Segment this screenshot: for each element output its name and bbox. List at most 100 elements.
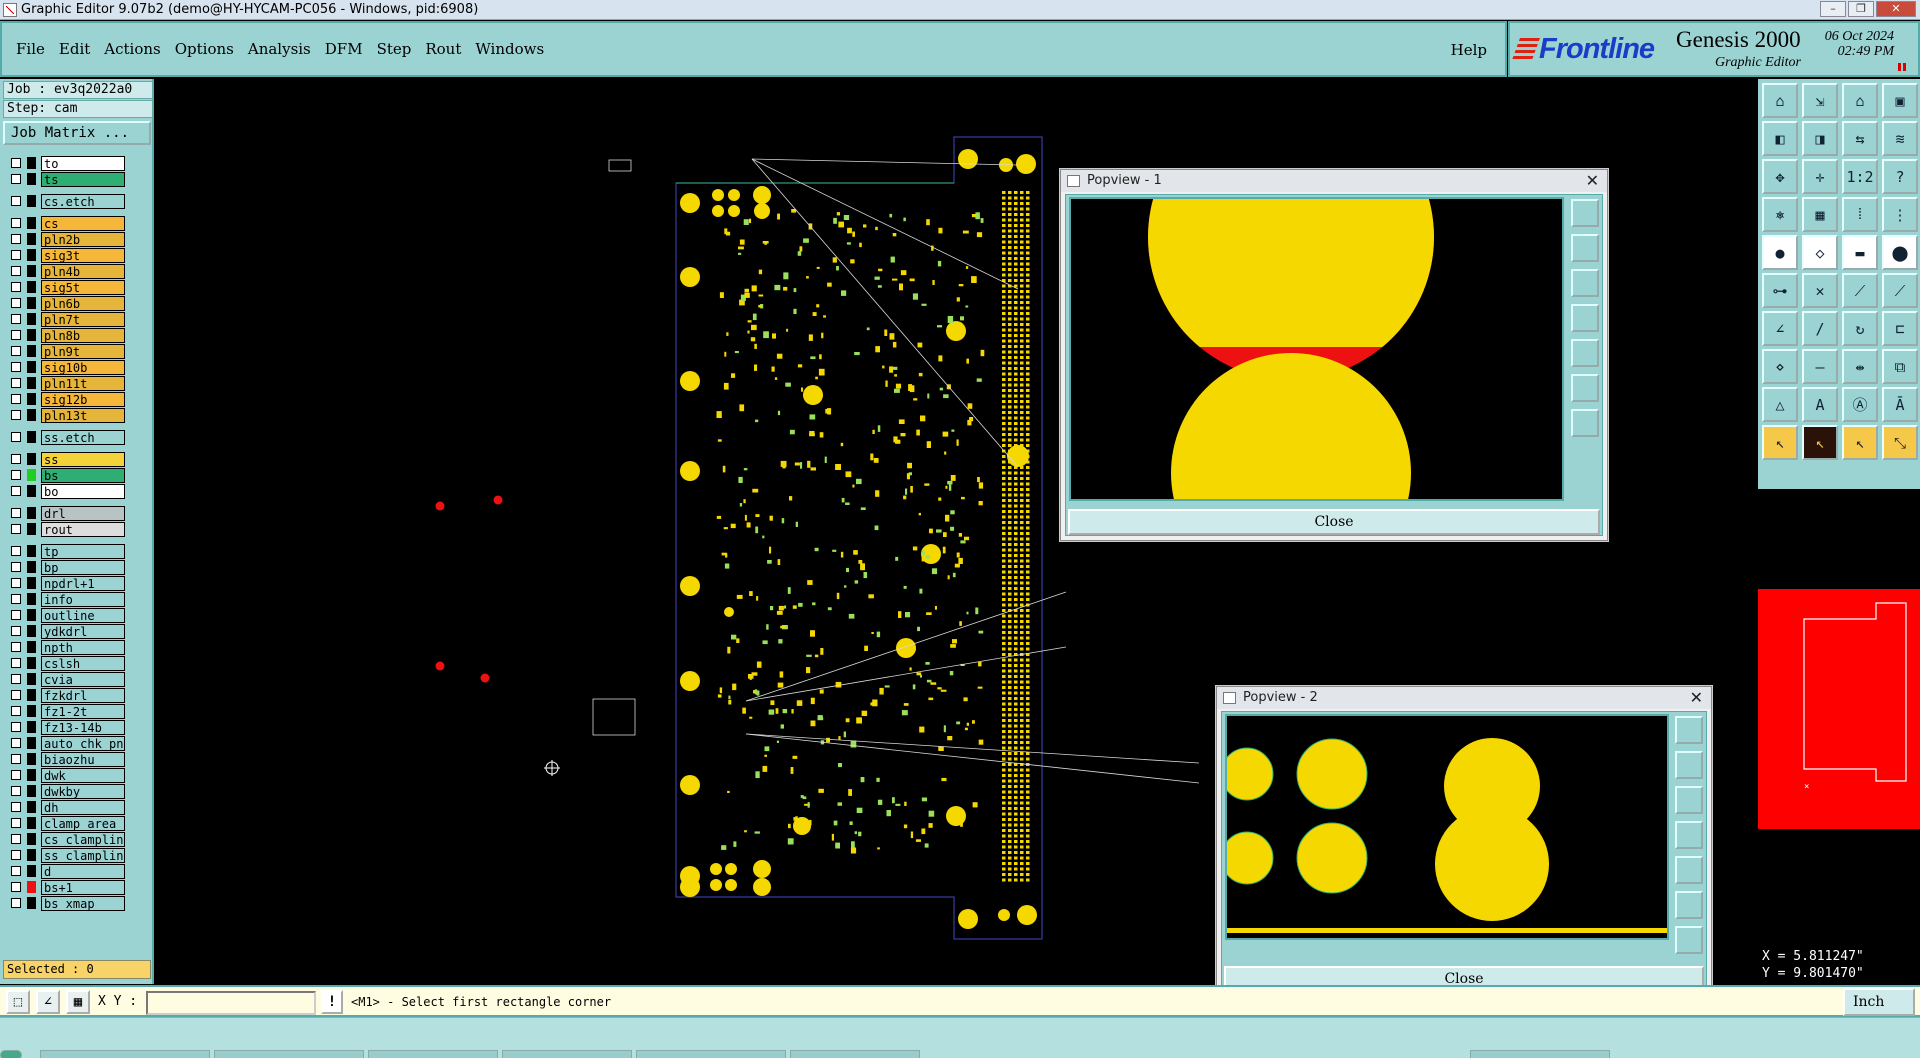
popview-1-close-button[interactable]: Close: [1068, 509, 1600, 535]
fit-icon[interactable]: ✥: [1762, 159, 1798, 194]
layer-checkbox[interactable]: [11, 234, 21, 244]
select-pointer-icon[interactable]: ↖: [1802, 425, 1838, 460]
popview-2-view[interactable]: [1225, 714, 1669, 940]
layer-checkbox[interactable]: [11, 722, 21, 732]
fit-button[interactable]: [1675, 891, 1703, 919]
layer-checkbox[interactable]: [11, 546, 21, 556]
layer-checkbox[interactable]: [11, 706, 21, 716]
layer-name[interactable]: pln9t: [41, 343, 125, 359]
layer-row[interactable]: bo: [3, 483, 153, 499]
layer-checkbox[interactable]: [11, 770, 21, 780]
text-box-icon[interactable]: Ā: [1882, 387, 1918, 422]
layer-checkbox[interactable]: [11, 298, 21, 308]
zoom-home-icon[interactable]: ⇲: [1802, 83, 1838, 118]
layer-name[interactable]: dwkby: [41, 783, 125, 799]
menu-options[interactable]: Options: [175, 40, 234, 58]
home-icon[interactable]: ⌂: [1762, 83, 1798, 118]
measure-pads-icon[interactable]: ⁞: [1842, 197, 1878, 232]
xy-input[interactable]: [146, 991, 316, 1015]
zoom-in-button[interactable]: [1675, 751, 1703, 779]
layer-row[interactable]: fz1-2t: [3, 703, 153, 719]
popview-2-close-icon[interactable]: ✕: [1690, 687, 1703, 709]
grid-snap-icon[interactable]: ▦: [66, 990, 90, 1014]
triangle-icon[interactable]: △: [1762, 387, 1798, 422]
layer-name[interactable]: ts: [41, 171, 125, 187]
pointer-plus-icon[interactable]: ↖: [1842, 425, 1878, 460]
layer-row[interactable]: bs: [3, 467, 153, 483]
layer-row[interactable]: fz13-14b: [3, 719, 153, 735]
menu-step[interactable]: Step: [377, 40, 412, 58]
layer-checkbox[interactable]: [11, 218, 21, 228]
layer-checkbox[interactable]: [11, 754, 21, 764]
layer-row[interactable]: d: [3, 863, 153, 879]
scale-1-2-icon[interactable]: 1:2: [1842, 159, 1878, 194]
menu-rout[interactable]: Rout: [425, 40, 461, 58]
layer-row[interactable]: bs+1: [3, 879, 153, 895]
layer-row[interactable]: pln6b: [3, 295, 153, 311]
layer-name[interactable]: ydkdrl: [41, 623, 125, 639]
layer-row[interactable]: cs_clampline: [3, 831, 153, 847]
home-button[interactable]: [1675, 926, 1703, 954]
layer-checkbox[interactable]: [11, 610, 21, 620]
layer-row[interactable]: dwkby: [3, 783, 153, 799]
layer-row[interactable]: npdrl+1: [3, 575, 153, 591]
pointer-icon[interactable]: ↖: [1762, 425, 1798, 460]
zoom-in-button[interactable]: [1571, 234, 1599, 262]
menu-actions[interactable]: Actions: [104, 40, 160, 58]
layer-name[interactable]: bs_xmap: [41, 895, 125, 911]
layer-row[interactable]: tp: [3, 543, 153, 559]
layer-row[interactable]: fzkdrl: [3, 687, 153, 703]
node-icon[interactable]: ⟋: [1842, 273, 1878, 308]
layer-row[interactable]: to: [3, 155, 153, 171]
layer-name[interactable]: drl: [41, 505, 125, 521]
taskbar-item[interactable]: [40, 1050, 210, 1058]
layer-name[interactable]: pln2b: [41, 231, 125, 247]
window-icon[interactable]: ▣: [1882, 83, 1918, 118]
horizontal-line-icon[interactable]: —: [1802, 349, 1838, 384]
layer-checkbox[interactable]: [11, 786, 21, 796]
layer-row[interactable]: cs: [3, 215, 153, 231]
layer-checkbox[interactable]: [11, 282, 21, 292]
graphic-canvas[interactable]: Popview - 1 ✕ Close Popview - 2 ✕ Close: [156, 79, 1758, 1002]
layer-name[interactable]: cs.etch: [41, 193, 125, 209]
layer-checkbox[interactable]: [11, 802, 21, 812]
select-mode-icon[interactable]: ⬚: [6, 990, 30, 1014]
layer-row[interactable]: sig3t: [3, 247, 153, 263]
layer-name[interactable]: cs: [41, 215, 125, 231]
layer-name[interactable]: sig10b: [41, 359, 125, 375]
layer-checkbox[interactable]: [11, 432, 21, 442]
layer-checkbox[interactable]: [11, 158, 21, 168]
layer-checkbox[interactable]: [11, 690, 21, 700]
layer-checkbox[interactable]: [11, 658, 21, 668]
layer-name[interactable]: auto_chk_pn: [41, 735, 125, 751]
layer-row[interactable]: pln11t: [3, 375, 153, 391]
layer-checkbox[interactable]: [11, 594, 21, 604]
layer-row[interactable]: clamp_area: [3, 815, 153, 831]
unit-selector[interactable]: Inch: [1843, 988, 1915, 1016]
mirror-icon[interactable]: ⇆: [1842, 121, 1878, 156]
layer-name[interactable]: cs_clampline: [41, 831, 125, 847]
layer-checkbox[interactable]: [11, 738, 21, 748]
layer-row[interactable]: pln7t: [3, 311, 153, 327]
circle-fill-icon[interactable]: ⬤: [1882, 235, 1918, 270]
taskbar-item[interactable]: [368, 1050, 498, 1058]
layer-row[interactable]: outline: [3, 607, 153, 623]
arc-icon[interactable]: ↻: [1842, 311, 1878, 346]
layer-checkbox[interactable]: [11, 834, 21, 844]
layer-checkbox[interactable]: [11, 674, 21, 684]
layer-checkbox[interactable]: [11, 454, 21, 464]
layer-name[interactable]: bo: [41, 483, 125, 499]
layer-row[interactable]: cslsh: [3, 655, 153, 671]
layer-checkbox[interactable]: [11, 410, 21, 420]
layer-name[interactable]: bp: [41, 559, 125, 575]
layer-row[interactable]: pln13t: [3, 407, 153, 423]
layer-name[interactable]: cvia: [41, 671, 125, 687]
layer-checkbox[interactable]: [11, 196, 21, 206]
layer-name[interactable]: sig5t: [41, 279, 125, 295]
layer-checkbox[interactable]: [11, 866, 21, 876]
menu-edit[interactable]: Edit: [59, 40, 90, 58]
taskbar-item[interactable]: [214, 1050, 364, 1058]
layer-row[interactable]: pln9t: [3, 343, 153, 359]
layer-row[interactable]: ss.etch: [3, 429, 153, 445]
link-icon[interactable]: ⟋: [1882, 273, 1918, 308]
